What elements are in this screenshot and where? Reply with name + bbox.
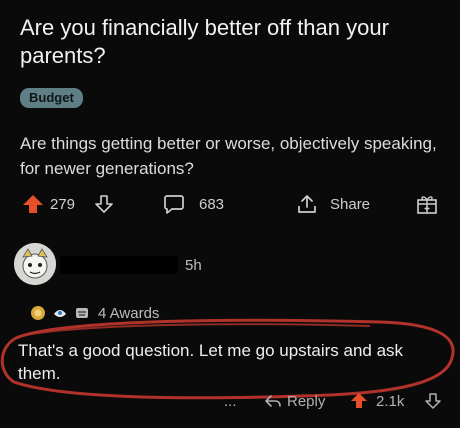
comment-body: That's a good question. Let me go upstai… bbox=[18, 341, 404, 383]
post-flair[interactable]: Budget bbox=[20, 88, 83, 108]
comment-avatar[interactable] bbox=[14, 243, 56, 285]
awards-row[interactable]: 4 Awards bbox=[30, 302, 159, 324]
redacted-username bbox=[60, 256, 178, 274]
post-score: 279 bbox=[50, 195, 76, 213]
upvote-button[interactable]: 279 bbox=[22, 188, 75, 220]
award-button[interactable] bbox=[415, 188, 439, 220]
wholesome-award-icon bbox=[76, 308, 88, 318]
comment-timestamp: 5h bbox=[185, 257, 202, 274]
post-action-bar: 279 683 Share bbox=[0, 188, 460, 220]
post-title: Are you financially better off than your… bbox=[20, 15, 389, 68]
comments-button[interactable]: 683 bbox=[163, 188, 224, 220]
downvote-arrow-icon bbox=[95, 195, 113, 213]
share-icon bbox=[298, 195, 316, 213]
upvote-arrow-icon bbox=[23, 195, 43, 213]
more-options-label: ... bbox=[224, 392, 237, 410]
downvote-button[interactable] bbox=[94, 188, 114, 220]
gold-award-icon bbox=[31, 306, 45, 320]
share-label: Share bbox=[330, 195, 371, 213]
reply-button[interactable]: Reply bbox=[264, 388, 325, 414]
helpful-award-icon bbox=[54, 310, 66, 317]
comment-score: 2.1k bbox=[376, 392, 405, 410]
comment-count: 683 bbox=[199, 195, 225, 213]
share-button[interactable]: Share bbox=[296, 188, 370, 220]
post-body: Are things getting better or worse, obje… bbox=[20, 134, 437, 178]
gift-award-icon bbox=[417, 196, 437, 214]
comment-bubble-icon bbox=[164, 195, 184, 214]
reply-label: Reply bbox=[287, 392, 326, 410]
comment-downvote-icon bbox=[425, 393, 441, 409]
more-options-button[interactable]: ... bbox=[224, 388, 237, 414]
comment-upvote-button[interactable]: 2.1k bbox=[350, 388, 404, 414]
comment-downvote-button[interactable] bbox=[424, 388, 442, 414]
awards-count: 4 Awards bbox=[98, 304, 160, 322]
reply-arrow-icon bbox=[265, 395, 281, 407]
comment-action-bar: ... Reply 2.1k bbox=[0, 388, 460, 414]
avatar-image bbox=[14, 243, 56, 285]
comment-upvote-icon bbox=[351, 393, 367, 408]
